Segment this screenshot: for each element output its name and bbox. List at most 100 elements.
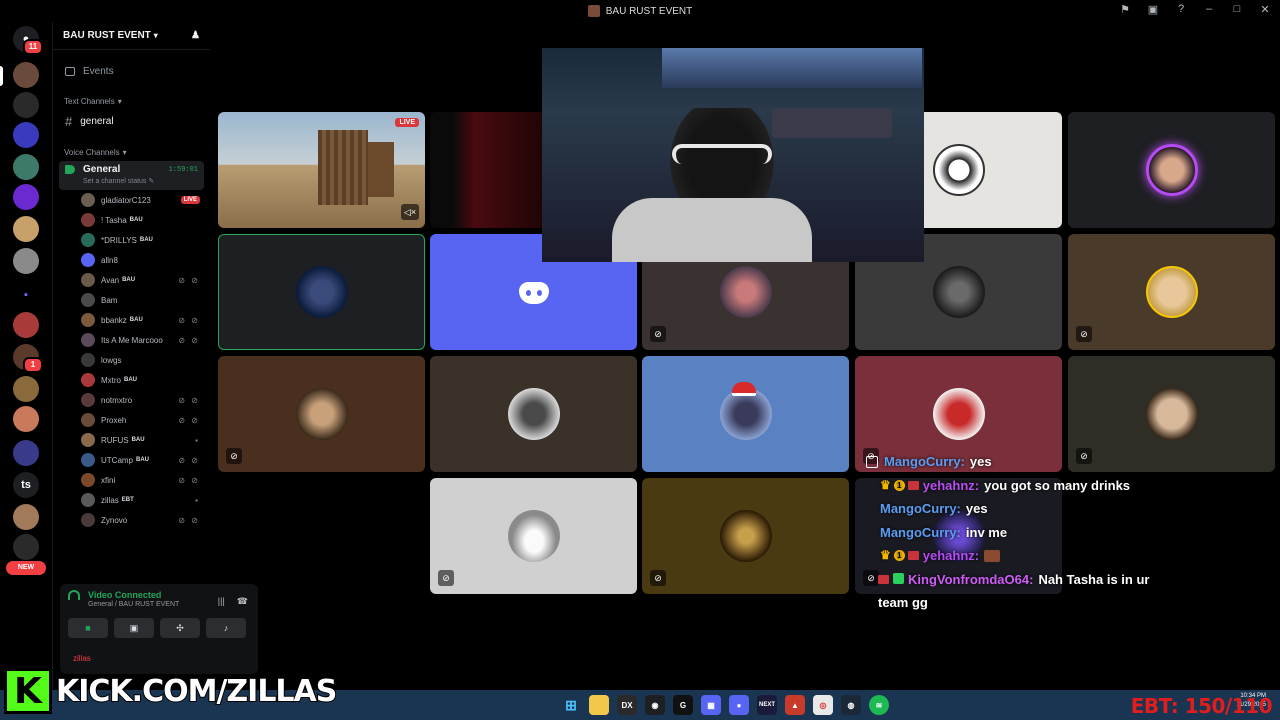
voice-member[interactable]: Zynovo ⊘ ⊘ xyxy=(53,510,210,530)
chat-message: ♛ 1 yehahnz: you got so many drinks xyxy=(880,474,1180,498)
server-icon-2[interactable] xyxy=(13,92,39,118)
voice-member[interactable]: xfini ⊘ ⊘ xyxy=(53,470,210,490)
avatar xyxy=(81,373,95,387)
g-app-icon[interactable]: G xyxy=(673,695,693,715)
voice-member[interactable]: gladiatorC123 LIVE xyxy=(53,190,210,210)
server-icon-3[interactable] xyxy=(13,122,39,148)
avatar xyxy=(81,313,95,327)
voice-member[interactable]: Mxtro BAU xyxy=(53,370,210,390)
screen-share-button[interactable]: ▣ xyxy=(114,618,154,638)
chevron-down-icon: ▾ xyxy=(122,147,127,157)
voice-channel-general[interactable]: General 1:59:01 Set a channel status ✎ xyxy=(59,161,204,190)
server-icon-11[interactable] xyxy=(13,406,39,432)
grid-app-icon[interactable]: ▦ xyxy=(701,695,721,715)
avatar xyxy=(81,353,95,367)
voice-member[interactable]: Bam xyxy=(53,290,210,310)
start-icon[interactable]: ⊞ xyxy=(561,695,581,715)
obs-icon[interactable]: ◉ xyxy=(645,695,665,715)
crown-icon: ♛ xyxy=(880,548,891,562)
soundboard-button[interactable]: ♪ xyxy=(206,618,246,638)
tile-user-santa[interactable] xyxy=(642,356,849,472)
help-icon[interactable]: ? xyxy=(1174,3,1188,16)
voice-member[interactable]: lowgs xyxy=(53,350,210,370)
server-icon-10[interactable] xyxy=(13,376,39,402)
discord-taskbar-icon[interactable]: ● xyxy=(729,695,749,715)
noise-suppression-icon[interactable]: ||| xyxy=(218,596,225,607)
server-icon-12[interactable] xyxy=(13,440,39,466)
app-dx-icon[interactable]: DX xyxy=(617,695,637,715)
camera-button[interactable]: ■ xyxy=(68,618,108,638)
maximize-button[interactable]: □ xyxy=(1230,3,1244,16)
text-channels-category[interactable]: Text Channels ▾ xyxy=(53,94,210,108)
voice-member[interactable]: notmxtro ⊘ ⊘ xyxy=(53,390,210,410)
tile-user-purple[interactable] xyxy=(1068,112,1275,228)
voice-member[interactable]: Its A Me Marcooo ⊘ ⊘ xyxy=(53,330,210,350)
tile-user-gold[interactable]: ⊘ xyxy=(642,478,849,594)
inbox-icon[interactable]: ⚑ xyxy=(1118,3,1132,16)
channel-status[interactable]: Set a channel status ✎ xyxy=(83,177,198,185)
file-explorer-icon[interactable] xyxy=(589,695,609,715)
title-bar: BAU RUST EVENT ⚑ ▣ ? – □ ✕ xyxy=(0,0,1280,22)
next-app-icon[interactable]: NEXT xyxy=(757,695,777,715)
voice-member[interactable]: bbankz BAU ⊘ ⊘ xyxy=(53,310,210,330)
add-member-icon[interactable]: ♟ xyxy=(191,30,200,41)
channel-general[interactable]: # general xyxy=(53,111,204,131)
muted-deafened-icon: ⊘ ⊘ xyxy=(178,455,200,465)
steam-icon[interactable]: ◍ xyxy=(841,695,861,715)
spotify-icon[interactable]: ≋ xyxy=(869,695,889,715)
window-title: BAU RUST EVENT xyxy=(605,5,693,17)
voice-member[interactable]: UTCamp BAU ⊘ ⊘ xyxy=(53,450,210,470)
voice-member[interactable]: Avan BAU ⊘ ⊘ xyxy=(53,270,210,290)
voice-channels-category[interactable]: Voice Channels ▾ xyxy=(53,145,210,159)
volume-mute-icon[interactable]: ◁× xyxy=(401,204,419,220)
close-button[interactable]: ✕ xyxy=(1258,3,1272,16)
tile-ian-logo[interactable] xyxy=(924,112,1062,228)
rust-icon[interactable]: ▲ xyxy=(785,695,805,715)
voice-member[interactable]: alln8 xyxy=(53,250,210,270)
chat-message: ♛ 1 yehahnz: xyxy=(880,544,1180,568)
activities-button[interactable]: ✣ xyxy=(160,618,200,638)
server-tag: BAU xyxy=(129,317,143,323)
direct-messages-button[interactable]: ● 11 xyxy=(13,26,43,55)
server-bau-rust-event[interactable] xyxy=(13,62,39,88)
voice-members-list: gladiatorC123 LIVE! Tasha BAU *DRILLYS BAU al… xyxy=(53,190,210,530)
speaker-icon xyxy=(65,165,75,174)
member-name: xfini xyxy=(101,475,116,485)
tile-user-cat[interactable]: ⊘ xyxy=(218,356,425,472)
server-allin[interactable] xyxy=(13,534,39,560)
muted-deafened-icon: ⊘ ⊘ xyxy=(178,395,200,405)
server-header[interactable]: BAU RUST EVENT ▾ ♟ xyxy=(53,22,210,50)
stream-tile-gladiator[interactable]: LIVE ◁× xyxy=(218,112,425,228)
voice-channel-name: General xyxy=(83,164,121,175)
server-icon-6[interactable] xyxy=(13,216,39,242)
chrome-icon[interactable]: ◎ xyxy=(813,695,833,715)
disconnect-icon[interactable]: ☎ xyxy=(237,596,248,607)
voice-member[interactable]: zillas EBT ▪ xyxy=(53,490,210,510)
tile-speaking-user[interactable] xyxy=(218,234,425,350)
avatar xyxy=(81,493,95,507)
camera-tile-red[interactable] xyxy=(430,112,542,228)
server-icon-5[interactable] xyxy=(13,184,39,210)
server-icon-7[interactable] xyxy=(13,248,39,274)
voice-member[interactable]: *DRILLYS BAU xyxy=(53,230,210,250)
tile-user-baby[interactable]: ⊘ xyxy=(1068,234,1275,350)
tile-user-pixel[interactable] xyxy=(430,356,637,472)
voice-member[interactable]: Proxeh ⊘ ⊘ xyxy=(53,410,210,430)
selected-server-indicator xyxy=(0,66,3,86)
voice-member[interactable]: ! Tasha BAU xyxy=(53,210,210,230)
muted-deafened-icon: ▪ xyxy=(195,495,200,505)
minimize-button[interactable]: – xyxy=(1202,3,1216,16)
tile-user-car[interactable]: ⊘ xyxy=(430,478,637,594)
server-icon-8[interactable] xyxy=(13,312,39,338)
server-icon-4[interactable] xyxy=(13,154,39,180)
voice-member[interactable]: RUFUS BAU ▪ xyxy=(53,430,210,450)
server-icon-9[interactable]: 1 xyxy=(13,344,43,373)
events-item[interactable]: Events xyxy=(53,60,210,82)
chat-message: MangoCurry: yes xyxy=(880,501,988,516)
folder-icon[interactable]: ▪ xyxy=(13,282,39,308)
server-tag: BAU xyxy=(131,437,145,443)
server-icon-13[interactable] xyxy=(13,504,39,530)
server-ts[interactable]: ts xyxy=(13,472,39,498)
screen-icon[interactable]: ▣ xyxy=(1146,3,1160,16)
chevron-down-icon: ▾ xyxy=(117,96,122,106)
